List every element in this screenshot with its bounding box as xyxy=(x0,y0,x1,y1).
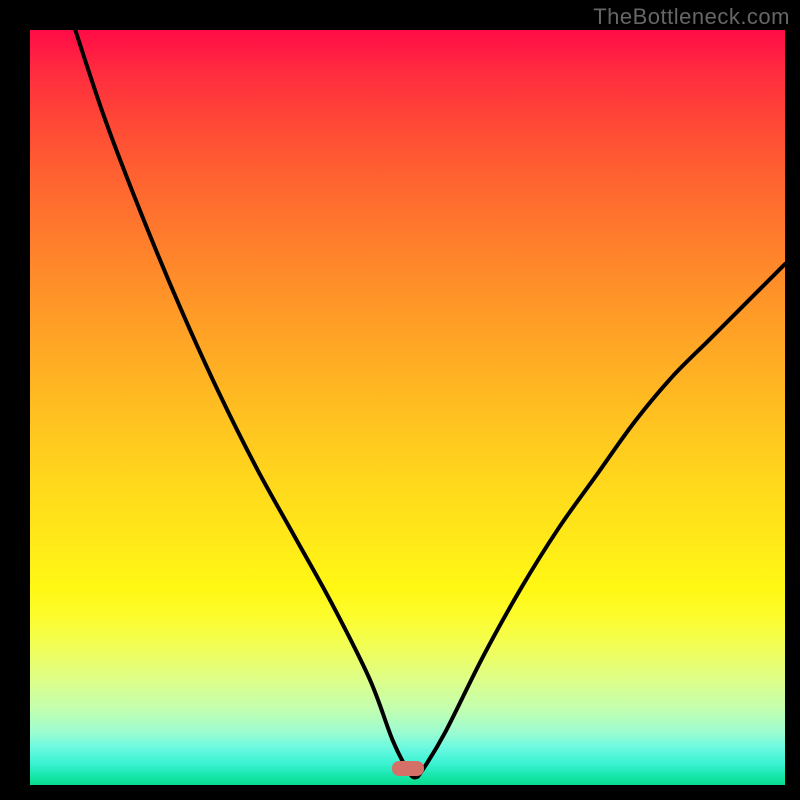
bottleneck-curve xyxy=(30,30,785,785)
optimal-point-marker xyxy=(392,761,424,776)
attribution-text: TheBottleneck.com xyxy=(593,4,790,30)
chart-plot-area xyxy=(30,30,785,785)
